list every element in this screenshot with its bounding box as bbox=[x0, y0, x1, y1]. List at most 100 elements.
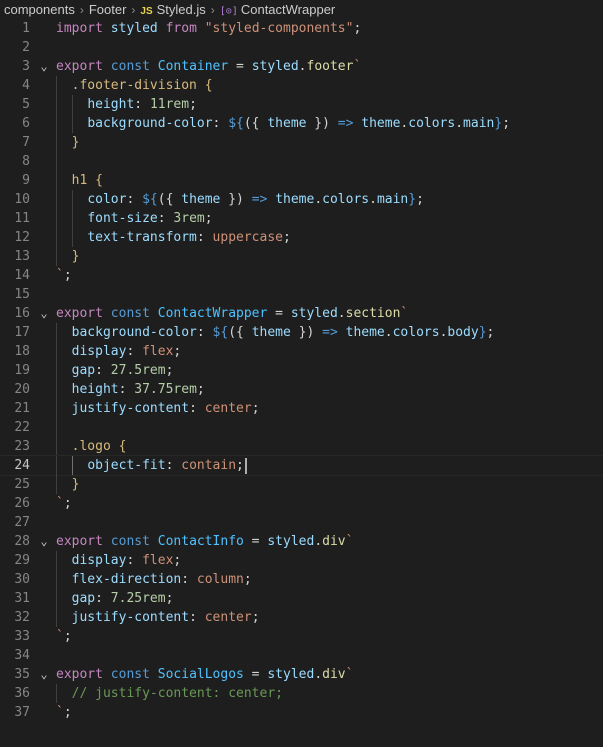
code-token: ` bbox=[56, 496, 64, 511]
code-line[interactable]: 22 bbox=[0, 418, 603, 437]
code-line[interactable]: 20 height: 37.75rem; bbox=[0, 380, 603, 399]
code-line[interactable]: 19 gap: 27.5rem; bbox=[0, 361, 603, 380]
code-text: export const ContactInfo = styled.div` bbox=[56, 532, 353, 551]
breadcrumb-item-components[interactable]: components bbox=[4, 2, 75, 17]
code-line[interactable]: 28 ⌄ export const ContactInfo = styled.div… bbox=[0, 532, 603, 551]
code-token: : bbox=[95, 363, 111, 378]
fold-chevron-icon[interactable]: ⌄ bbox=[38, 57, 50, 76]
code-line[interactable]: 2 bbox=[0, 38, 603, 57]
code-token: => bbox=[337, 116, 354, 131]
code-line[interactable]: 37 `; bbox=[0, 703, 603, 722]
code-line[interactable]: 31 gap: 7.25rem; bbox=[0, 589, 603, 608]
code-line[interactable]: 16 ⌄ export const ContactWrapper = styled.… bbox=[0, 304, 603, 323]
code-line[interactable]: 30 flex-direction: column; bbox=[0, 570, 603, 589]
code-line[interactable]: 25 } bbox=[0, 475, 603, 494]
code-token: ; bbox=[243, 572, 252, 587]
code-line[interactable]: 5 height: 11rem; bbox=[0, 95, 603, 114]
code-line[interactable]: 27 bbox=[0, 513, 603, 532]
code-token: => bbox=[322, 325, 338, 340]
code-line[interactable]: 33 `; bbox=[0, 627, 603, 646]
code-token: : bbox=[181, 572, 197, 587]
code-token: . bbox=[314, 192, 323, 207]
fold-chevron-icon[interactable]: ⌄ bbox=[38, 665, 50, 684]
code-token: ; bbox=[173, 553, 182, 568]
breadcrumb-item-styled-js[interactable]: JS Styled.js bbox=[140, 2, 205, 17]
line-number: 14 bbox=[14, 268, 30, 283]
symbol-variable-icon: [⊙] bbox=[219, 6, 238, 17]
code-line[interactable]: 13 } bbox=[0, 247, 603, 266]
code-token: ({ bbox=[157, 192, 182, 207]
code-line[interactable]: 21 justify-content: center; bbox=[0, 399, 603, 418]
code-token: ContactWrapper bbox=[157, 306, 268, 321]
code-token: colors bbox=[408, 116, 456, 131]
fold-chevron-icon[interactable]: ⌄ bbox=[38, 304, 50, 323]
breadcrumb-item-footer[interactable]: Footer bbox=[89, 2, 127, 17]
code-line[interactable]: 15 bbox=[0, 285, 603, 304]
code-token: . bbox=[337, 306, 346, 321]
code-token: : bbox=[126, 553, 143, 568]
code-token: theme bbox=[181, 192, 221, 207]
code-line[interactable]: 12 text-transform: uppercase; bbox=[0, 228, 603, 247]
code-token: styled bbox=[110, 21, 158, 36]
code-token: ; bbox=[196, 382, 205, 397]
line-number: 20 bbox=[14, 382, 30, 397]
code-line[interactable]: 8 bbox=[0, 152, 603, 171]
code-token: => bbox=[251, 192, 268, 207]
code-line[interactable]: 14 `; bbox=[0, 266, 603, 285]
code-line[interactable]: 4 .footer-division { bbox=[0, 76, 603, 95]
code-token: : bbox=[189, 401, 205, 416]
line-number: 19 bbox=[14, 363, 30, 378]
breadcrumb-label: Footer bbox=[88, 2, 127, 17]
code-line[interactable]: 26 `; bbox=[0, 494, 603, 513]
code-line[interactable]: 35 ⌄ export const SocialLogos = styled.div… bbox=[0, 665, 603, 684]
code-text: color: ${({ theme }) => theme.colors.mai… bbox=[56, 190, 424, 209]
code-token: ; bbox=[251, 401, 260, 416]
code-editor[interactable]: 1 import styled from "styled-components";… bbox=[0, 19, 603, 747]
code-token: ; bbox=[283, 230, 291, 245]
code-token: const bbox=[110, 306, 150, 321]
fold-chevron-icon[interactable]: ⌄ bbox=[38, 532, 50, 551]
code-line[interactable]: 10 color: ${({ theme }) => theme.colors.… bbox=[0, 190, 603, 209]
code-line[interactable]: 9 h1 { bbox=[0, 171, 603, 190]
code-text: `; bbox=[56, 627, 72, 646]
code-text: } bbox=[56, 475, 80, 494]
code-line[interactable]: 1 import styled from "styled-components"; bbox=[0, 19, 603, 38]
code-line[interactable]: 17 background-color: ${({ theme }) => th… bbox=[0, 323, 603, 342]
code-line[interactable]: 32 justify-content: center; bbox=[0, 608, 603, 627]
breadcrumb-item-contactwrapper[interactable]: [⊙] ContactWrapper bbox=[220, 2, 335, 17]
code-token: ; bbox=[173, 344, 182, 359]
code-token: ` bbox=[345, 667, 354, 682]
code-line[interactable]: 11 font-size: 3rem; bbox=[0, 209, 603, 228]
code-text: display: flex; bbox=[56, 551, 182, 570]
code-token: font-size bbox=[87, 211, 158, 226]
code-token: center bbox=[204, 401, 252, 416]
code-token: gap bbox=[71, 591, 96, 606]
code-token: const bbox=[110, 667, 150, 682]
code-line[interactable]: 3 ⌄ export const Container = styled.footer… bbox=[0, 57, 603, 76]
code-token: : bbox=[126, 192, 143, 207]
code-line[interactable]: 6 background-color: ${({ theme }) => the… bbox=[0, 114, 603, 133]
code-token: gap bbox=[71, 363, 96, 378]
code-token: ; bbox=[486, 325, 495, 340]
code-token: : bbox=[126, 344, 143, 359]
code-text: font-size: 3rem; bbox=[56, 209, 212, 228]
code-token: .footer-division { bbox=[71, 78, 213, 93]
code-line[interactable]: 18 display: flex; bbox=[0, 342, 603, 361]
code-token: ; bbox=[189, 97, 197, 112]
code-token: : bbox=[196, 325, 213, 340]
code-token: } bbox=[71, 477, 80, 492]
code-line[interactable]: 34 bbox=[0, 646, 603, 665]
code-token: . bbox=[384, 325, 393, 340]
code-token: : bbox=[212, 116, 229, 131]
code-line[interactable]: 7 } bbox=[0, 133, 603, 152]
line-number: 9 bbox=[22, 173, 30, 188]
code-line[interactable]: 24 object-fit: contain; bbox=[0, 455, 603, 476]
code-token: } bbox=[71, 249, 80, 264]
code-line[interactable]: 29 display: flex; bbox=[0, 551, 603, 570]
code-token: styled bbox=[267, 667, 315, 682]
code-line[interactable]: 36 // justify-content: center; bbox=[0, 684, 603, 703]
code-token: // justify-content: center; bbox=[71, 686, 283, 701]
code-line[interactable]: 23 .logo { bbox=[0, 437, 603, 456]
